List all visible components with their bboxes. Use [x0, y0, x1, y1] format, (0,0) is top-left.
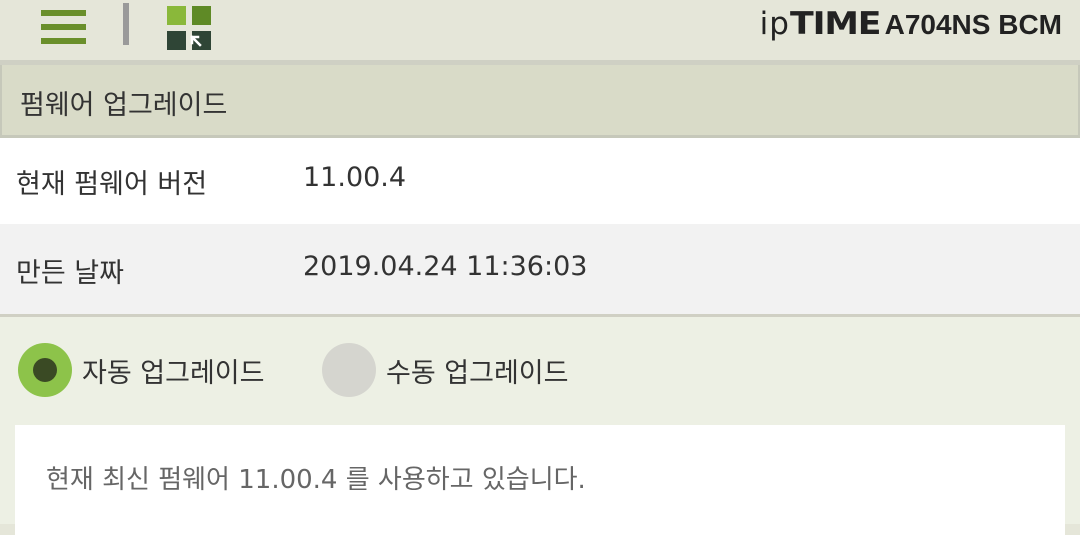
info-row-firmware-version: 현재 펌웨어 버전 11.00.4 — [0, 138, 1080, 224]
router-model: A704NS BCM — [884, 9, 1062, 40]
section-header: 펌웨어 업그레이드 — [0, 65, 1080, 138]
brand-prefix: ip — [759, 6, 790, 42]
status-message: 현재 최신 펌웨어 11.00.4 를 사용하고 있습니다. — [46, 465, 586, 495]
manual-upgrade-radio[interactable]: 수동 업그레이드 — [322, 343, 568, 397]
status-message-box: 현재 최신 펌웨어 11.00.4 를 사용하고 있습니다. — [15, 425, 1065, 535]
radio-selected-icon — [18, 343, 72, 397]
info-row-build-date: 만든 날짜 2019.04.24 11:36:03 — [0, 224, 1080, 314]
radio-dot-icon — [33, 358, 57, 382]
auto-upgrade-radio[interactable]: 자동 업그레이드 — [18, 343, 264, 397]
toolbar-divider — [123, 3, 129, 45]
top-bar: ip TIME A704NS BCM — [0, 0, 1080, 60]
auto-upgrade-label: 자동 업그레이드 — [82, 357, 265, 389]
build-date-value: 2019.04.24 11:36:03 — [303, 251, 588, 282]
brand-name: TIME — [789, 6, 882, 42]
manual-upgrade-label: 수동 업그레이드 — [386, 357, 569, 389]
apps-button[interactable] — [160, 0, 220, 56]
firmware-version-label: 현재 펌웨어 버전 — [16, 169, 208, 200]
upgrade-panel: 자동 업그레이드 수동 업그레이드 현재 최신 펌웨어 11.00.4 를 사용… — [0, 317, 1080, 535]
radio-unselected-icon — [322, 343, 376, 397]
build-date-label: 만든 날짜 — [16, 258, 124, 289]
menu-button[interactable] — [30, 0, 98, 56]
firmware-version-value: 11.00.4 — [303, 162, 407, 193]
page-title: 펌웨어 업그레이드 — [20, 90, 228, 121]
brand-logo: ip TIME A704NS BCM — [760, 6, 1062, 42]
